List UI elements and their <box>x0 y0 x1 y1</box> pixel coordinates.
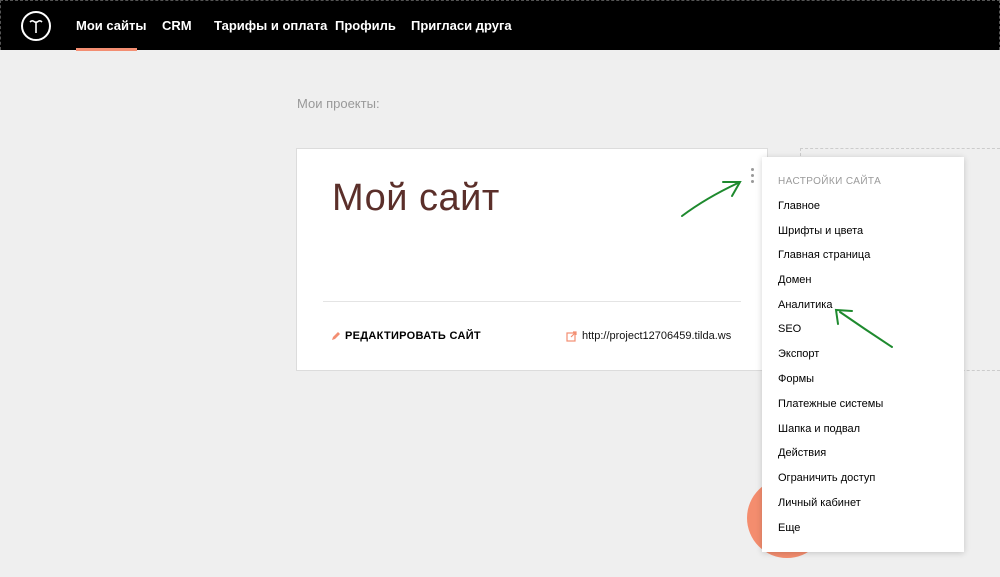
edit-site-link[interactable]: РЕДАКТИРОВАТЬ САЙТ <box>331 329 481 343</box>
menu-item-main[interactable]: Главное <box>778 198 820 214</box>
site-settings-dropdown: НАСТРОЙКИ САЙТА Главное Шрифты и цвета Г… <box>762 157 964 552</box>
menu-item-export[interactable]: Экспорт <box>778 346 819 362</box>
menu-item-header-footer[interactable]: Шапка и подвал <box>778 421 860 437</box>
nav-crm[interactable]: CRM <box>162 18 192 34</box>
project-title[interactable]: Мой сайт <box>332 177 500 220</box>
external-link-icon <box>566 330 577 342</box>
menu-item-seo[interactable]: SEO <box>778 321 801 337</box>
tilda-logo-icon[interactable] <box>21 11 51 41</box>
site-url-text: http://project12706459.tilda.ws <box>582 330 732 342</box>
menu-item-more[interactable]: Еще <box>778 520 800 536</box>
menu-item-fonts-colors[interactable]: Шрифты и цвета <box>778 223 863 239</box>
menu-item-actions[interactable]: Действия <box>778 445 826 461</box>
edit-site-label: РЕДАКТИРОВАТЬ САЙТ <box>345 330 481 342</box>
nav-invite-friend[interactable]: Пригласи друга <box>411 18 512 34</box>
pencil-icon <box>332 332 340 340</box>
menu-item-analytics[interactable]: Аналитика <box>778 297 832 313</box>
nav-profile[interactable]: Профиль <box>335 18 396 34</box>
top-navigation-bar: Мои сайты CRM Тарифы и оплата Профиль Пр… <box>0 0 1000 51</box>
active-tab-indicator <box>76 48 137 51</box>
menu-item-forms[interactable]: Формы <box>778 371 814 387</box>
card-divider <box>323 301 741 302</box>
menu-item-personal-account[interactable]: Личный кабинет <box>778 495 861 511</box>
menu-item-home-page[interactable]: Главная страница <box>778 247 870 263</box>
vertical-dots-icon[interactable] <box>748 168 756 186</box>
menu-item-restrict-access[interactable]: Ограничить доступ <box>778 470 875 486</box>
menu-item-domain[interactable]: Домен <box>778 272 811 288</box>
dropdown-header: НАСТРОЙКИ САЙТА <box>778 176 882 187</box>
section-title: Мои проекты: <box>297 96 380 111</box>
menu-item-payment-systems[interactable]: Платежные системы <box>778 396 883 412</box>
nav-tariffs[interactable]: Тарифы и оплата <box>214 18 327 34</box>
site-url-link[interactable]: http://project12706459.tilda.ws <box>566 329 731 343</box>
nav-my-sites[interactable]: Мои сайты <box>76 18 146 34</box>
project-card: Мой сайт РЕДАКТИРОВАТЬ САЙТ http://proje… <box>296 148 768 371</box>
